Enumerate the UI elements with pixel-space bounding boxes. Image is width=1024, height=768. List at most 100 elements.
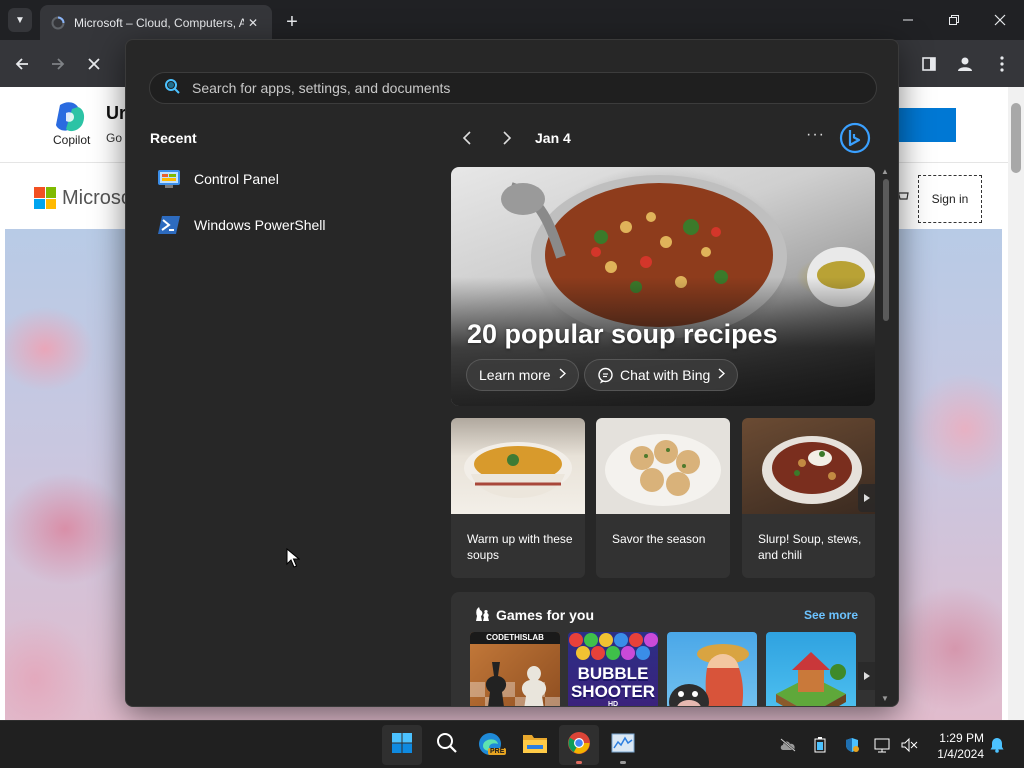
chrome-icon [567,731,591,760]
story-caption: Slurp! Soup, stews, and chili [758,532,862,562]
chess-art [470,662,560,706]
profile-icon[interactable] [951,50,979,78]
feed-scrollbar-thumb[interactable] [883,179,889,321]
new-tab-button[interactable]: + [280,10,304,34]
cards-next-button[interactable] [858,484,875,512]
search-icon [436,732,458,759]
powershell-icon [156,214,182,236]
banner-cta-button[interactable] [890,108,956,142]
side-panel-icon[interactable] [915,50,943,78]
chat-with-bing-label: Chat with Bing [620,367,711,383]
game-tile-badge: HD [607,701,619,707]
feed-date: Jan 4 [535,130,571,146]
stop-loading-button[interactable] [80,50,108,78]
browser-tab-active[interactable]: Microsoft – Cloud, Computers, Apps & Gam… [40,5,272,40]
banner-heading: Ur [106,103,127,123]
minimize-button[interactable] [885,0,931,40]
search-placeholder: Search for apps, settings, and documents [192,80,451,96]
taskbar-chrome[interactable] [559,725,599,765]
game-tile-bubble-shooter[interactable]: BUBBLE SHOOTER HD [568,632,658,707]
taskbar-search-button[interactable] [427,725,467,765]
page-scrollbar[interactable] [1008,87,1024,720]
chevron-down-icon: ▼ [15,14,25,26]
see-more-link[interactable]: See more [804,608,858,622]
games-next-button[interactable] [858,662,875,690]
folder-icon [522,732,548,759]
chat-with-bing-button[interactable]: Chat with Bing [584,359,739,391]
volume-muted-icon[interactable] [899,735,919,755]
recent-item-control-panel[interactable]: Control Panel [156,162,416,196]
soup-bowl-image [451,418,585,514]
feed-more-options-button[interactable]: ··· [806,126,825,144]
scroll-down-icon[interactable]: ▼ [881,694,889,703]
start-search-box[interactable]: Search for apps, settings, and documents [149,72,877,104]
start-menu: Search for apps, settings, and documents… [125,39,899,707]
browser-tabstrip: ▼ Microsoft – Cloud, Computers, Apps & G… [0,0,1024,40]
page-scrollbar-thumb[interactable] [1011,103,1021,173]
recent-item-label: Windows PowerShell [194,217,326,233]
stew-image [742,418,875,514]
taskbar-clock[interactable]: 1:29 PM 1/4/2024 [924,730,984,762]
bing-icon[interactable] [839,122,871,154]
edge-icon: PRE [478,732,507,758]
task-manager-icon [611,733,635,758]
game-tile-chess[interactable]: CODETHISLAB [470,632,560,706]
onedrive-offline-icon[interactable] [778,735,798,755]
sign-in-button[interactable]: Sign in [918,175,982,223]
chevron-right-icon [718,368,726,382]
feed-scrollbar[interactable]: ▲ ▼ [881,167,891,703]
clock-time: 1:29 PM [939,731,984,745]
recent-item-powershell[interactable]: Windows PowerShell [156,208,416,242]
tab-close-icon[interactable]: ✕ [244,14,262,32]
clock-date: 1/4/2024 [937,747,984,761]
feed-next-button[interactable] [497,128,517,148]
recent-heading: Recent [150,130,197,146]
back-button[interactable] [8,50,36,78]
mouse-cursor-icon [286,547,301,568]
recent-item-label: Control Panel [194,171,279,187]
chess-pieces-icon [473,605,491,623]
taskbar-file-explorer[interactable] [515,725,555,765]
copilot-label: Copilot [53,133,91,147]
windows-logo-icon [391,732,413,759]
dumplings-image [596,418,730,514]
taskbar-edge-preview[interactable]: PRE [471,725,511,765]
chevron-right-icon [559,368,566,382]
microsoft-logo-icon[interactable] [34,187,56,209]
sign-in-label: Sign in [931,192,969,206]
network-icon[interactable] [873,735,893,755]
hero-title[interactable]: 20 popular soup recipes [467,319,778,350]
taskbar: PRE 1:29 PM 1/4/2024 [0,720,1024,768]
edge-pre-badge: PRE [488,748,507,755]
story-caption: Warm up with these soups [467,532,573,562]
battery-icon[interactable] [810,735,830,755]
feed-header: Jan 4 ··· [451,122,875,154]
hero-story-card[interactable]: 20 popular soup recipes Learn more Chat … [451,167,875,406]
notifications-bell-icon[interactable] [987,735,1007,755]
security-shield-icon[interactable] [842,735,862,755]
brand-name[interactable]: Microso [62,187,132,210]
games-title: Games for you [496,607,595,623]
running-indicator [620,761,626,764]
scroll-up-icon[interactable]: ▲ [881,167,889,176]
menu-icon[interactable] [988,50,1016,78]
story-card-season[interactable]: Savor the season [596,418,730,578]
tab-title: Microsoft – Cloud, Computers, Apps & Gam… [74,15,244,30]
taskbar-task-manager[interactable] [603,725,643,765]
learn-more-button[interactable]: Learn more [466,359,579,391]
forward-button[interactable] [44,50,72,78]
feed-previous-button[interactable] [457,128,477,148]
close-window-button[interactable] [977,0,1023,40]
chat-bubble-icon [597,367,614,384]
tab-search-button[interactable]: ▼ [8,8,32,32]
story-caption: Savor the season [612,532,706,546]
game-tile-island[interactable] [766,632,856,706]
game-tile-farm[interactable] [667,632,757,706]
start-button[interactable] [382,725,422,765]
farm-girl-art [669,644,749,706]
story-card-stews[interactable]: Slurp! Soup, stews, and chili [742,418,875,578]
games-section: Games for you See more CODETHISLAB BUBBL… [451,592,875,707]
maximize-button[interactable] [931,0,977,40]
control-panel-icon [156,168,182,190]
story-card-soups[interactable]: Warm up with these soups [451,418,585,578]
